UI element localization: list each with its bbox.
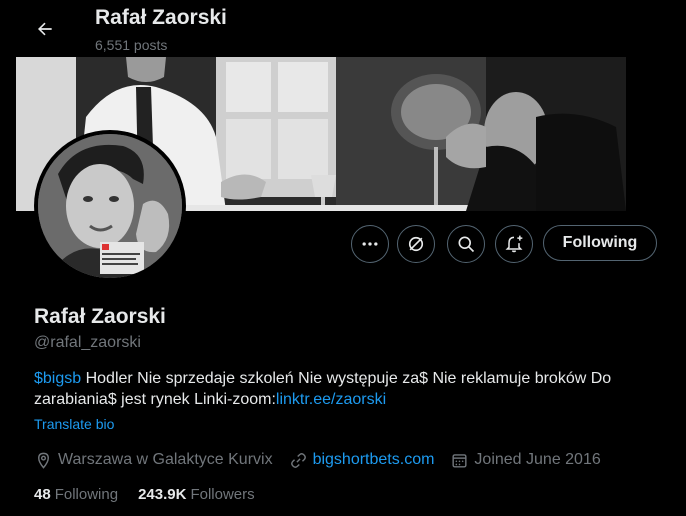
- avatar[interactable]: [34, 130, 186, 282]
- translate-bio-link[interactable]: Translate bio: [34, 416, 114, 432]
- link-icon: [290, 452, 306, 468]
- notifications-button[interactable]: [495, 225, 533, 263]
- grok-icon: [408, 236, 424, 252]
- profile-handle: @rafal_zaorski: [34, 334, 141, 351]
- notification-plus-icon: [505, 235, 523, 253]
- profile-bio: $bigsb Hodler Nie sprzedaje szkoleń Nie …: [34, 368, 664, 410]
- location-text: Warszawa w Galaktyce Kurvix: [58, 451, 273, 468]
- page-title: Rafał Zaorski: [95, 6, 227, 29]
- website-link[interactable]: bigshortbets.com: [313, 451, 435, 469]
- profile-meta: Warszawa w Galaktyce Kurvix bigshortbets…: [34, 449, 617, 471]
- location-pin-icon: [38, 452, 49, 469]
- top-bar: Rafał Zaorski 6,551 posts: [0, 0, 686, 57]
- followers-label: Followers: [190, 486, 255, 503]
- back-button[interactable]: [26, 10, 64, 48]
- search-icon: [458, 236, 475, 253]
- following-count: 48: [34, 486, 51, 503]
- arrow-left-icon: [38, 22, 52, 36]
- profile-name: Rafał Zaorski: [34, 305, 166, 328]
- followers-count: 243.9K: [138, 486, 187, 503]
- more-button[interactable]: [351, 225, 389, 263]
- avatar-image: [38, 134, 182, 278]
- bio-cashtag-link[interactable]: $bigsb: [34, 370, 81, 387]
- followers-stat[interactable]: 243.9K Followers: [138, 486, 255, 503]
- website-item: bigshortbets.com: [289, 451, 435, 470]
- profile-stats: 48 Following 243.9K Followers: [34, 486, 275, 503]
- following-stat[interactable]: 48 Following: [34, 486, 118, 503]
- bio-link[interactable]: linktr.ee/zaorski: [276, 391, 386, 408]
- joined-text: Joined June 2016: [474, 451, 601, 468]
- grok-button[interactable]: [397, 225, 435, 263]
- posts-count: 6,551 posts: [95, 37, 168, 53]
- following-label: Following: [54, 486, 119, 503]
- joined-item: Joined June 2016: [450, 451, 601, 470]
- location-item: Warszawa w Galaktyce Kurvix: [34, 451, 273, 470]
- search-button[interactable]: [447, 225, 485, 263]
- calendar-icon: [452, 453, 467, 468]
- more-icon: [362, 242, 378, 246]
- following-button[interactable]: Following: [543, 225, 657, 261]
